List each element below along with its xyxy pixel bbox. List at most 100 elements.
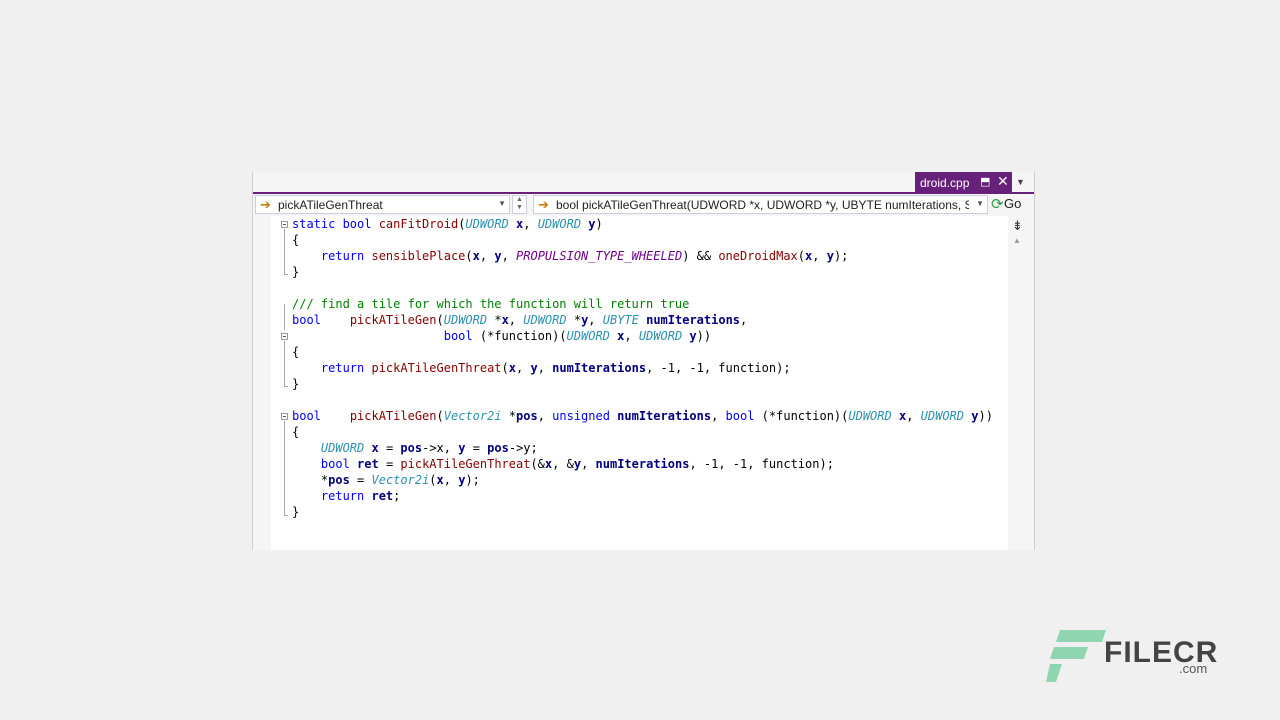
collapse-icon[interactable] bbox=[281, 221, 288, 228]
spin-down-icon[interactable]: ▼ bbox=[513, 204, 526, 212]
tab-list-dropdown-icon[interactable]: ▼ bbox=[1016, 177, 1025, 187]
split-window-icon[interactable]: ⇟ bbox=[1012, 218, 1023, 234]
code-token: { bbox=[292, 233, 300, 247]
code-token: numIterations bbox=[617, 409, 712, 423]
chevron-down-icon[interactable]: ▼ bbox=[976, 199, 984, 208]
code-token: y bbox=[826, 249, 834, 263]
spin-up-icon[interactable]: ▲ bbox=[513, 196, 526, 204]
code-token: x bbox=[472, 249, 480, 263]
code-token: ) && bbox=[682, 249, 719, 263]
code-line: bool pickATileGen(UDWORD *x, UDWORD *y, … bbox=[292, 312, 993, 328]
code-token: pos bbox=[328, 473, 350, 487]
code-line: return pickATileGenThreat(x, y, numItera… bbox=[292, 360, 993, 376]
code-token: UDWORD bbox=[566, 329, 610, 343]
code-token: * bbox=[487, 313, 502, 327]
code-token: bool bbox=[443, 329, 473, 343]
code-token: UDWORD bbox=[465, 217, 509, 231]
code-token: UDWORD bbox=[848, 409, 892, 423]
chevron-down-icon[interactable]: ▼ bbox=[498, 199, 506, 208]
code-token: * bbox=[566, 313, 582, 327]
collapse-icon[interactable] bbox=[281, 413, 288, 420]
member-dropdown-value: pickATileGenThreat bbox=[278, 198, 383, 212]
signature-dropdown-value: bool pickATileGenThreat(UDWORD *x, UDWOR… bbox=[556, 198, 969, 212]
code-token: UDWORD bbox=[523, 313, 567, 327]
code-token: y bbox=[573, 457, 582, 471]
code-token: , bbox=[523, 217, 538, 231]
code-token: , -1, -1, function); bbox=[646, 361, 791, 375]
code-token: , bbox=[624, 329, 639, 343]
code-token: { bbox=[292, 345, 300, 359]
code-token: (*function)( bbox=[754, 409, 849, 423]
code-token: UDWORD bbox=[920, 409, 965, 423]
code-token: /// find a tile for which the function w… bbox=[292, 297, 690, 311]
code-token: numIterations bbox=[552, 361, 647, 375]
pin-icon[interactable]: ⬒ bbox=[980, 175, 990, 188]
code-line: bool pickATileGen(Vector2i *pos, unsigne… bbox=[292, 408, 993, 424]
arrow-icon: ➔ bbox=[260, 197, 271, 212]
collapse-icon[interactable] bbox=[281, 333, 288, 340]
navigation-spin-buttons[interactable]: ▲ ▼ bbox=[512, 195, 527, 214]
fold-guide-end bbox=[284, 274, 288, 275]
code-token: UDWORD bbox=[320, 441, 365, 455]
navigation-bar: ➔ pickATileGenThreat ▼ ▲ ▼ ➔ bool pickAT… bbox=[253, 194, 1034, 216]
code-token: * bbox=[501, 409, 516, 423]
code-token: pos bbox=[487, 441, 509, 455]
filecr-logo-icon bbox=[1046, 630, 1106, 682]
code-token: } bbox=[292, 265, 300, 279]
code-line: return sensiblePlace(x, y, PROPULSION_TY… bbox=[292, 248, 993, 264]
vertical-scrollbar[interactable]: ⇟ ▲ bbox=[1009, 216, 1026, 550]
code-token: return bbox=[320, 489, 372, 503]
code-token: sensiblePlace bbox=[371, 249, 466, 263]
code-text-area[interactable]: static bool canFitDroid(UDWORD x, UDWORD… bbox=[271, 216, 1008, 550]
code-token: bool bbox=[292, 409, 321, 423]
fold-guide bbox=[284, 341, 285, 386]
code-token: bool bbox=[320, 457, 358, 471]
code-token: ; bbox=[393, 489, 401, 503]
code-token: , bbox=[581, 457, 596, 471]
code-token: UDWORD bbox=[537, 217, 582, 231]
code-token: y bbox=[588, 217, 596, 231]
code-line: } bbox=[292, 504, 993, 520]
code-token: pos bbox=[400, 441, 423, 455]
code-token: numIterations bbox=[646, 313, 741, 327]
go-refresh-icon: ⟳ bbox=[991, 196, 1004, 213]
code-token: } bbox=[292, 377, 300, 391]
code-token: UDWORD bbox=[443, 313, 488, 327]
code-token: pos bbox=[516, 409, 538, 423]
code-line: } bbox=[292, 264, 993, 280]
code-token: )) bbox=[696, 329, 712, 343]
code-line: static bool canFitDroid(UDWORD x, UDWORD… bbox=[292, 216, 993, 232]
code-token: , bbox=[537, 409, 553, 423]
code-token: = bbox=[465, 441, 488, 455]
code-token: ret bbox=[371, 489, 394, 503]
code-token: PROPULSION_TYPE_WHEELED bbox=[516, 249, 683, 263]
code-token: , bbox=[443, 473, 459, 487]
signature-dropdown[interactable]: ➔ bool pickATileGenThreat(UDWORD *x, UDW… bbox=[533, 195, 988, 214]
member-dropdown[interactable]: ➔ pickATileGenThreat ▼ bbox=[255, 195, 510, 214]
code-token: ( bbox=[436, 313, 444, 327]
watermark-domain: .com bbox=[1179, 661, 1208, 676]
code-token: static bbox=[292, 217, 343, 231]
code-line: /// find a tile for which the function w… bbox=[292, 296, 993, 312]
code-token: } bbox=[292, 505, 300, 519]
tab-droid-cpp[interactable]: droid.cpp ⬒ ✕ bbox=[915, 172, 1012, 192]
code-token: ) bbox=[595, 217, 603, 231]
go-button[interactable]: ⟳ Go bbox=[991, 195, 1027, 214]
close-icon[interactable]: ✕ bbox=[997, 173, 1009, 190]
code-token: = bbox=[378, 457, 401, 471]
code-token: , bbox=[501, 249, 517, 263]
code-token: ->y; bbox=[508, 441, 538, 455]
code-token: , bbox=[516, 361, 531, 375]
code-token: return bbox=[320, 249, 372, 263]
scroll-up-icon[interactable]: ▲ bbox=[1013, 236, 1021, 245]
code-token: return bbox=[320, 361, 372, 375]
code-line: UDWORD x = pos->x, y = pos->y; bbox=[292, 440, 993, 456]
code-line: { bbox=[292, 232, 993, 248]
fold-guide bbox=[284, 304, 285, 330]
